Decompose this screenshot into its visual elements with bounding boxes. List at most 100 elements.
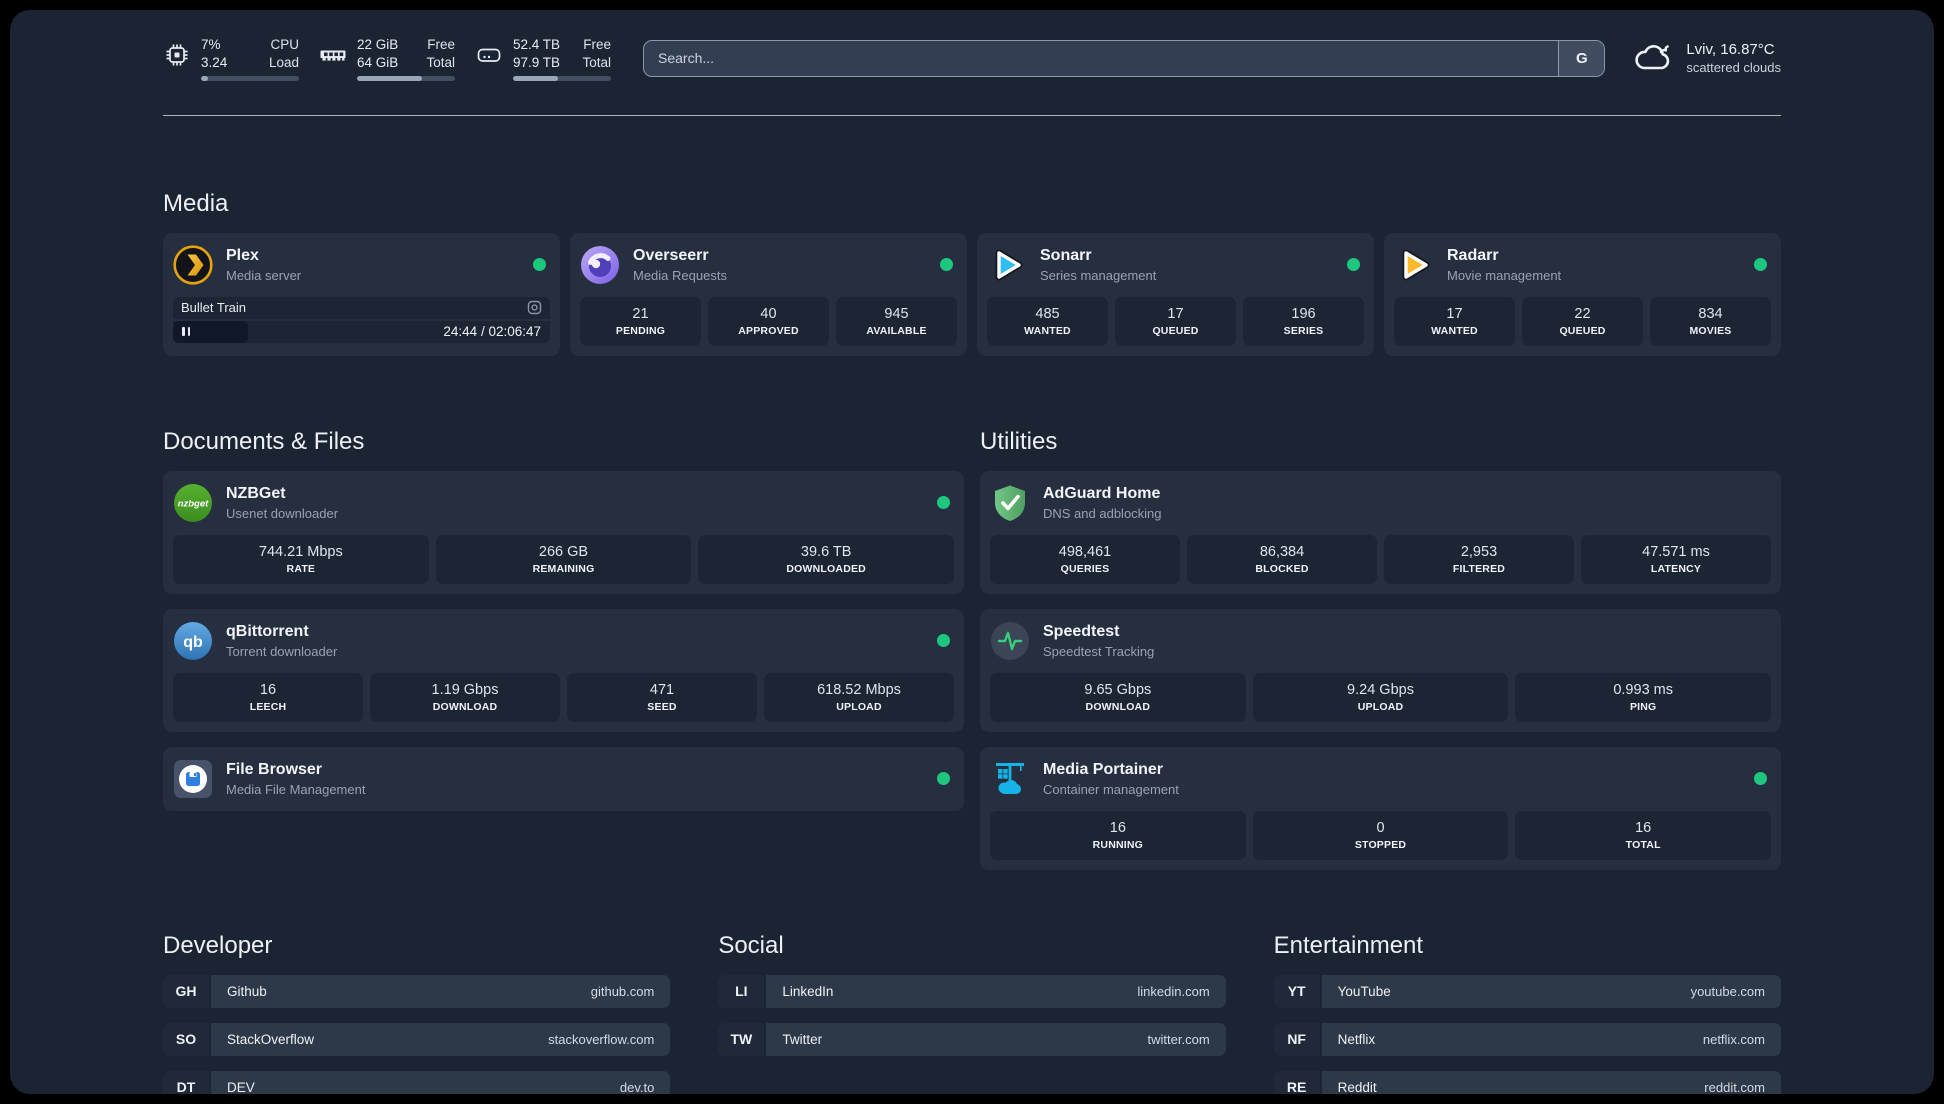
disk-free-label: Free: [583, 37, 611, 52]
cpu-progress-bar: [201, 76, 299, 81]
memory-progress-fill: [357, 76, 422, 81]
service-card-qbittorrent[interactable]: qb qBittorrent Torrent downloader 16 LEE…: [163, 608, 964, 732]
bookmark-abbr: YT: [1273, 974, 1320, 1008]
service-name: Overseerr: [633, 246, 709, 264]
dashboard-page: 7% 3.24 CPU Load 22 GiB 64 GiB Free Tota…: [10, 10, 1934, 1094]
bookmark-name: Netflix: [1337, 1031, 1376, 1047]
now-playing-progress-bar: 24:44 / 02:06:47: [173, 320, 550, 343]
disk-total-value: 97.9 TB: [513, 55, 561, 71]
plex-now-playing: Bullet Train 24:44 / 02:06:47: [173, 296, 550, 343]
disk-progress-fill: [513, 76, 559, 81]
bookmark-youtube[interactable]: YT YouTube youtube.com: [1273, 974, 1781, 1008]
disk-icon: [475, 41, 503, 69]
memory-free-value: 22 GiB: [357, 37, 399, 52]
bookmark-url: dev.to: [619, 1079, 655, 1094]
status-dot: [937, 634, 950, 648]
service-description: Media File Management: [226, 781, 366, 797]
filebrowser-icon: [173, 759, 213, 799]
service-card-nzbget[interactable]: nzbget NZBGet Usenet downloader 744.21 M…: [163, 470, 964, 594]
bookmark-twitter[interactable]: TW Twitter twitter.com: [718, 1022, 1226, 1056]
status-dot: [940, 258, 953, 272]
section-documents: Documents & Files nzbget NZBGet Usenet d…: [163, 428, 964, 811]
cloud-icon: [1633, 42, 1673, 74]
stat-downloaded: 39.6 TB DOWNLOADED: [698, 534, 955, 584]
bookmark-group-entertainment: Entertainment YT YouTube youtube.com NF …: [1273, 931, 1781, 1094]
section-title-utilities: Utilities: [980, 427, 1058, 455]
stat-wanted: 17 WANTED: [1394, 296, 1515, 346]
service-name: NZBGet: [226, 484, 286, 502]
stat-available: 945 AVAILABLE: [836, 296, 957, 346]
bookmark-netflix[interactable]: NF Netflix netflix.com: [1273, 1022, 1781, 1056]
section-title-developer: Developer: [163, 931, 273, 959]
memory-progress-bar: [357, 76, 455, 81]
section-title-entertainment: Entertainment: [1273, 931, 1424, 959]
bookmark-url: youtube.com: [1690, 983, 1765, 999]
service-card-speedtest[interactable]: Speedtest Speedtest Tracking 9.65 Gbps D…: [980, 608, 1781, 732]
stat-download: 9.65 Gbps DOWNLOAD: [990, 672, 1246, 722]
bookmark-abbr: TW: [718, 1022, 765, 1056]
qbittorrent-icon: qb: [173, 621, 213, 661]
now-playing-title: Bullet Train: [181, 300, 247, 316]
bookmark-name: Github: [227, 983, 267, 999]
stat-remaining: 266 GB REMAINING: [435, 534, 692, 584]
bookmark-name: DEV: [227, 1079, 255, 1094]
service-description: Container management: [1043, 781, 1179, 797]
section-utilities: Utilities AdGuard Home DNS and adblockin…: [980, 428, 1781, 870]
service-card-adguard[interactable]: AdGuard Home DNS and adblocking 498,461 …: [980, 470, 1781, 594]
service-card-overseerr[interactable]: Overseerr Media Requests 21 PENDING 40 A…: [570, 232, 967, 356]
bookmark-stackoverflow[interactable]: SO StackOverflow stackoverflow.com: [163, 1022, 671, 1056]
bookmark-group-social: Social LI LinkedIn linkedin.com TW Twitt…: [718, 932, 1226, 1094]
stat-filtered: 2,953 FILTERED: [1384, 534, 1574, 584]
service-name: Plex: [226, 246, 259, 264]
radarr-icon: [1394, 245, 1434, 285]
service-card-plex[interactable]: Plex Media server Bullet Train 24:44 / 0…: [163, 232, 560, 356]
stat-leech: 16 LEECH: [173, 672, 363, 722]
stat-movies: 834 MOVIES: [1650, 296, 1771, 346]
bookmark-github[interactable]: GH Github github.com: [163, 974, 671, 1008]
bookmark-name: Reddit: [1337, 1079, 1377, 1094]
weather-condition: scattered clouds: [1686, 60, 1781, 76]
service-name: Media Portainer: [1043, 760, 1164, 778]
service-description: Speedtest Tracking: [1043, 643, 1155, 659]
service-card-filebrowser[interactable]: File Browser Media File Management: [163, 746, 964, 811]
service-name: Radarr: [1447, 246, 1499, 264]
search-input[interactable]: [643, 39, 1606, 77]
cpu-usage-label: CPU: [270, 37, 299, 52]
service-card-radarr[interactable]: Radarr Movie management 17 WANTED 22 QUE…: [1384, 232, 1781, 356]
status-dot: [1754, 772, 1767, 786]
bookmark-url: reddit.com: [1704, 1079, 1765, 1094]
bookmark-group-developer: Developer GH Github github.com SO StackO…: [163, 931, 671, 1094]
service-description: Series management: [1040, 267, 1157, 283]
bookmark-url: netflix.com: [1702, 1031, 1765, 1047]
service-description: Media server: [226, 267, 302, 283]
bookmark-reddit[interactable]: RE Reddit reddit.com: [1273, 1070, 1781, 1094]
nzbget-icon: nzbget: [173, 483, 213, 523]
bookmark-name: YouTube: [1337, 983, 1391, 999]
status-dot: [533, 258, 546, 272]
service-name: Speedtest: [1043, 622, 1120, 640]
pause-icon: [182, 327, 190, 337]
stat-seed: 471 SEED: [567, 672, 757, 722]
search-provider-button[interactable]: G: [1558, 40, 1605, 76]
status-dot: [937, 496, 950, 510]
bookmark-dev[interactable]: DT DEV dev.to: [163, 1070, 671, 1094]
stat-approved: 40 APPROVED: [708, 296, 829, 346]
disk-free-value: 52.4 TB: [513, 37, 561, 52]
now-playing-time: 24:44 / 02:06:47: [443, 324, 541, 340]
memory-icon: [319, 41, 347, 69]
adguard-icon: [990, 483, 1030, 523]
status-dot: [1754, 258, 1767, 272]
service-description: Torrent downloader: [226, 643, 338, 659]
bookmark-name: LinkedIn: [782, 983, 834, 999]
stat-rate: 744.21 Mbps RATE: [173, 534, 429, 584]
status-dot: [1347, 258, 1360, 272]
service-card-portainer[interactable]: Media Portainer Container management 16 …: [980, 746, 1781, 870]
service-name: AdGuard Home: [1043, 484, 1161, 502]
service-card-sonarr[interactable]: Sonarr Series management 485 WANTED 17 Q…: [977, 232, 1374, 356]
memory-total-label: Total: [426, 55, 455, 71]
stat-series: 196 SERIES: [1243, 296, 1364, 346]
bookmark-abbr: NF: [1273, 1022, 1320, 1056]
stat-download: 1.19 Gbps DOWNLOAD: [370, 672, 560, 722]
weather-location-temp: Lviv, 16.87°C: [1686, 41, 1775, 59]
bookmark-linkedin[interactable]: LI LinkedIn linkedin.com: [718, 974, 1226, 1008]
